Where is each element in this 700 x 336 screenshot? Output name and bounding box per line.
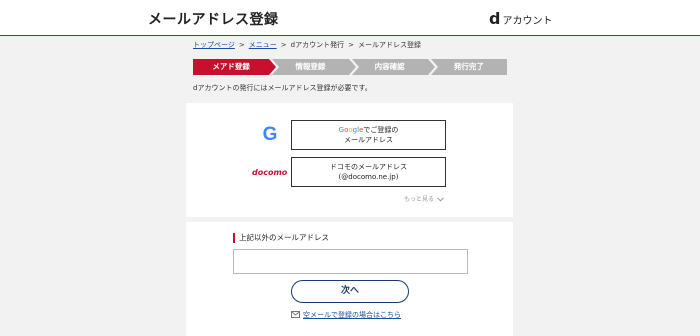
- google-g-letter: G: [262, 124, 278, 145]
- d-logo-mark: d: [489, 9, 501, 28]
- more-link-label: もっと見る: [404, 196, 435, 203]
- docomo-button-line1: ドコモのメールアドレス: [330, 163, 407, 171]
- breadcrumb-separator: >: [348, 41, 354, 49]
- more-link[interactable]: もっと見る: [404, 194, 444, 203]
- breadcrumb-top[interactable]: トップページ: [193, 41, 235, 49]
- d-account-logo[interactable]: d アカウント: [489, 9, 553, 28]
- brand-text: アカウント: [502, 16, 553, 27]
- next-button[interactable]: 次へ: [291, 280, 409, 303]
- email-field[interactable]: [233, 249, 468, 274]
- google-email-button[interactable]: Googleでご登録の メールアドレス: [291, 120, 446, 150]
- breadcrumb-separator: >: [238, 41, 245, 49]
- google-button-line2: メールアドレス: [344, 136, 393, 144]
- mail-icon: [291, 311, 300, 318]
- google-button-suffix: でご登録の: [363, 126, 399, 134]
- step-email-registration: メアド登録: [193, 59, 277, 75]
- breadcrumb-menu[interactable]: メニュー: [249, 41, 277, 49]
- docomo-logo: docomo: [252, 168, 288, 177]
- chevron-down-icon: [437, 197, 444, 202]
- page-title: メールアドレス登録: [148, 12, 279, 28]
- page-header: メールアドレス登録 d アカウント: [0, 0, 700, 36]
- docomo-button-line2: (@docomo.ne.jp): [338, 173, 399, 181]
- notice-text: dアカウントの発行にはメールアドレス登録が必要です。: [193, 84, 372, 92]
- breadcrumb-account-issue: dアカウント発行: [290, 41, 345, 49]
- empty-mail-link-label: 空メールで登録の場合はこちら: [303, 311, 401, 319]
- step-complete: 発行完了: [430, 59, 507, 75]
- progress-steps: メアド登録 情報登録 内容確認 発行完了: [193, 59, 507, 75]
- other-email-label: 上記以外のメールアドレス: [233, 233, 329, 243]
- breadcrumb: トップページ > メニュー > dアカウント発行 > メールアドレス登録: [193, 40, 421, 50]
- breadcrumb-separator: >: [280, 41, 287, 49]
- empty-mail-registration-link[interactable]: 空メールで登録の場合はこちら: [291, 310, 401, 320]
- step-confirmation: 内容確認: [351, 59, 436, 75]
- step-info-registration: 情報登録: [272, 59, 356, 75]
- google-icon: G: [259, 124, 281, 146]
- docomo-email-button[interactable]: ドコモのメールアドレス (@docomo.ne.jp): [291, 157, 446, 187]
- google-button-line1: Googleでご登録の: [292, 125, 445, 135]
- breadcrumb-current: メールアドレス登録: [357, 41, 421, 49]
